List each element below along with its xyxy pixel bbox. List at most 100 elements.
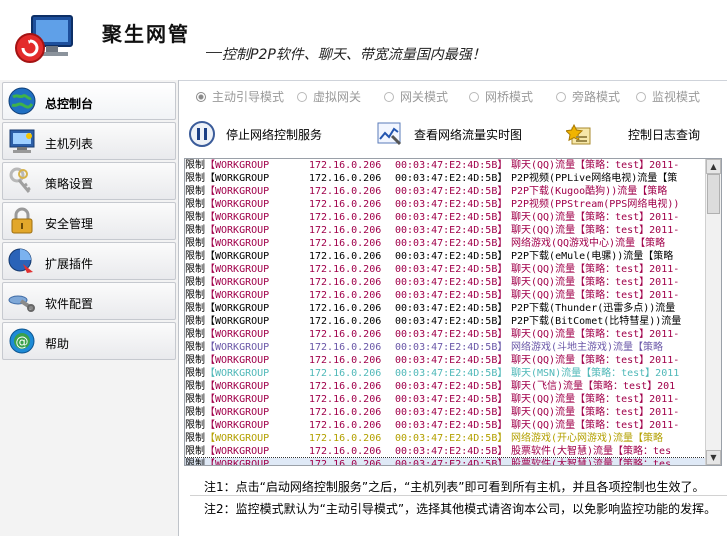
log-event: 聊天(QQ)流量【策略：test】2011-: [511, 160, 680, 171]
log-ip: 172.16.0.206: [309, 251, 382, 262]
log-row[interactable]: 限制【WORKGROUP 172.16.0.206 00:03:47:E2:4D:5…: [185, 419, 705, 432]
app-header: 聚生网管 控制P2P软件、聊天、带宽流量国内最强！: [0, 0, 727, 81]
log-ip: 172.16.0.206: [309, 290, 382, 301]
log-row[interactable]: 限制【WORKGROUP 172.16.0.206 00:03:47:E2:4D:5…: [185, 445, 705, 458]
stop-service-button[interactable]: 停止网络控制服务: [188, 114, 322, 154]
log-query-button[interactable]: 控制日志查询: [564, 114, 700, 154]
log-event: 聊天(MSN)流量【策略：test】2011: [511, 368, 680, 379]
log-row[interactable]: 限制【WORKGROUP 172.16.0.206 00:03:47:E2:4D:5…: [185, 354, 705, 367]
chart-icon: [376, 120, 404, 148]
keys-icon: [7, 166, 37, 196]
log-group: 【WORKGROUP: [205, 329, 270, 340]
log-ip: 172.16.0.206: [309, 316, 382, 327]
log-cell-group: 限制【WORKGROUP: [185, 406, 309, 419]
mode-radio-monitor[interactable]: 监视模式: [636, 88, 700, 105]
plugin-icon: [7, 246, 37, 276]
sidebar-item-help[interactable]: @ 帮助: [2, 322, 176, 360]
log-row[interactable]: 限制【WORKGROUP 172.16.0.206 00:03:47:E2:4D:5…: [185, 432, 705, 445]
log-flag: 限制: [185, 342, 205, 353]
traffic-chart-button[interactable]: 查看网络流量实时图: [376, 114, 522, 154]
sidebar-item-console[interactable]: 总控制台: [2, 82, 176, 120]
sidebar-item-policy[interactable]: 策略设置: [2, 162, 176, 200]
log-row[interactable]: 限制【WORKGROUP 172.16.0.206 00:03:47:E2:4D:5…: [185, 237, 705, 250]
log-mac: 00:03:47:E2:4D:5B】: [395, 251, 508, 262]
log-ip: 172.16.0.206: [309, 381, 382, 392]
log-cell-group: 限制【WORKGROUP: [185, 341, 309, 354]
log-event: P2P视频(PPStream(PPS网络电视)): [511, 199, 680, 210]
log-flag: 限制: [185, 277, 205, 288]
mode-radio-bypass[interactable]: 旁路模式: [556, 88, 620, 105]
log-cell-group: 限制【WORKGROUP: [185, 458, 309, 465]
log-group: 【WORKGROUP: [205, 290, 270, 301]
log-star-icon: [564, 120, 594, 148]
log-row[interactable]: 限制【WORKGROUP 172.16.0.206 00:03:47:E2:4D:5…: [185, 159, 705, 172]
log-row[interactable]: 限制【WORKGROUP 172.16.0.206 00:03:47:E2:4D:5…: [185, 328, 705, 341]
log-event: 聊天(QQ)流量【策略：test】2011-: [511, 212, 680, 223]
log-flag: 限制: [185, 459, 205, 465]
log-ip: 172.16.0.206: [309, 433, 382, 444]
log-mac: 00:03:47:E2:4D:5B】: [395, 368, 508, 379]
log-row[interactable]: 限制【WORKGROUP 172.16.0.206 00:03:47:E2:4D:5…: [185, 380, 705, 393]
log-group: 【WORKGROUP: [205, 264, 270, 275]
log-group: 【WORKGROUP: [205, 459, 270, 465]
log-row[interactable]: 限制【WORKGROUP 172.16.0.206 00:03:47:E2:4D:5…: [185, 367, 705, 380]
log-mac: 00:03:47:E2:4D:5B】: [395, 433, 508, 444]
log-row[interactable]: 限制【WORKGROUP 172.16.0.206 00:03:47:E2:4D:5…: [185, 185, 705, 198]
log-event: 聊天(QQ)流量【策略：test】2011-: [511, 355, 680, 366]
log-group: 【WORKGROUP: [205, 212, 270, 223]
log-mac: 00:03:47:E2:4D:5B】: [395, 238, 508, 249]
control-log-list[interactable]: 限制【WORKGROUP 172.16.0.206 00:03:47:E2:4D:5…: [184, 158, 722, 466]
log-group: 【WORKGROUP: [205, 407, 270, 418]
log-row[interactable]: 限制【WORKGROUP 172.16.0.206 00:03:47:E2:4D:5…: [185, 457, 705, 465]
log-row[interactable]: 限制【WORKGROUP 172.16.0.206 00:03:47:E2:4D:5…: [185, 393, 705, 406]
log-row[interactable]: 限制【WORKGROUP 172.16.0.206 00:03:47:E2:4D:5…: [185, 224, 705, 237]
log-row[interactable]: 限制【WORKGROUP 172.16.0.206 00:03:47:E2:4D:5…: [185, 172, 705, 185]
log-row[interactable]: 限制【WORKGROUP 172.16.0.206 00:03:47:E2:4D:5…: [185, 263, 705, 276]
log-scrollbar[interactable]: ▲ ▼: [705, 159, 721, 465]
log-row[interactable]: 限制【WORKGROUP 172.16.0.206 00:03:47:E2:4D:5…: [185, 276, 705, 289]
sidebar-item-hosts[interactable]: 主机列表: [2, 122, 176, 160]
log-flag: 限制: [185, 225, 205, 236]
sidebar-item-plugins[interactable]: 扩展插件: [2, 242, 176, 280]
log-event: 股票软件(大智慧)流量【策略：tes: [511, 459, 672, 465]
mode-radio-gateway[interactable]: 网关模式: [384, 88, 448, 105]
log-cell-group: 限制【WORKGROUP: [185, 224, 309, 237]
log-ip: 172.16.0.206: [309, 368, 382, 379]
mode-radio-bridge[interactable]: 网桥模式: [469, 88, 533, 105]
scroll-up-icon[interactable]: ▲: [706, 159, 721, 174]
log-row[interactable]: 限制【WORKGROUP 172.16.0.206 00:03:47:E2:4D:5…: [185, 211, 705, 224]
sidebar-item-label: 扩展插件: [45, 257, 94, 271]
log-cell-group: 限制【WORKGROUP: [185, 185, 309, 198]
log-group: 【WORKGROUP: [205, 394, 270, 405]
log-row[interactable]: 限制【WORKGROUP 172.16.0.206 00:03:47:E2:4D:5…: [185, 315, 705, 328]
pause-icon: [188, 120, 216, 148]
scroll-thumb[interactable]: [707, 174, 720, 214]
log-cell-group: 限制【WORKGROUP: [185, 380, 309, 393]
log-ip: 172.16.0.206: [309, 342, 382, 353]
log-group: 【WORKGROUP: [205, 368, 270, 379]
log-row[interactable]: 限制【WORKGROUP 172.16.0.206 00:03:47:E2:4D:5…: [185, 341, 705, 354]
log-flag: 限制: [185, 186, 205, 197]
log-row[interactable]: 限制【WORKGROUP 172.16.0.206 00:03:47:E2:4D:5…: [185, 302, 705, 315]
log-cell-group: 限制【WORKGROUP: [185, 250, 309, 263]
log-event: 聊天(QQ)流量【策略：test】2011-: [511, 290, 680, 301]
log-group: 【WORKGROUP: [205, 199, 270, 210]
log-cell-group: 限制【WORKGROUP: [185, 419, 309, 432]
note-1: 注1：点击“启动网络控制服务”之后，“主机列表”即可看到所有主机，并且各项控制也…: [204, 480, 705, 494]
log-row[interactable]: 限制【WORKGROUP 172.16.0.206 00:03:47:E2:4D:5…: [185, 406, 705, 419]
log-row[interactable]: 限制【WORKGROUP 172.16.0.206 00:03:47:E2:4D:5…: [185, 250, 705, 263]
log-group: 【WORKGROUP: [205, 355, 270, 366]
log-row[interactable]: 限制【WORKGROUP 172.16.0.206 00:03:47:E2:4D:5…: [185, 198, 705, 211]
sidebar-item-config[interactable]: 软件配置: [2, 282, 176, 320]
mode-radio-active-guide[interactable]: 主动引导模式: [196, 88, 284, 105]
log-mac: 00:03:47:E2:4D:5B】: [395, 225, 508, 236]
sidebar-item-security[interactable]: 安全管理: [2, 202, 176, 240]
scroll-down-icon[interactable]: ▼: [706, 450, 721, 465]
log-event: 聊天(QQ)流量【策略：test】2011-: [511, 420, 680, 431]
log-mac: 00:03:47:E2:4D:5B】: [395, 446, 508, 457]
app-logo-icon: [8, 10, 78, 70]
log-group: 【WORKGROUP: [205, 316, 270, 327]
mode-radio-virtual-gateway[interactable]: 虚拟网关: [297, 88, 361, 105]
log-mac: 00:03:47:E2:4D:5B】: [395, 342, 508, 353]
log-row[interactable]: 限制【WORKGROUP 172.16.0.206 00:03:47:E2:4D:5…: [185, 289, 705, 302]
